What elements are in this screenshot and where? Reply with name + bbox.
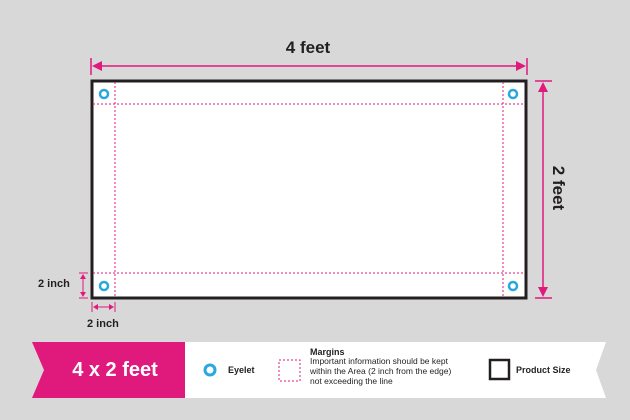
- badge-title: 4 x 2 feet: [72, 359, 158, 381]
- margin-horizontal-dimension: [91, 302, 116, 312]
- legend-product-size-label: Product Size: [516, 365, 571, 375]
- legend-margins-line: not exceeding the line: [310, 376, 393, 386]
- width-dimension: [90, 58, 528, 75]
- legend-margins-line: within the Area (2 inch from the edge): [310, 366, 452, 376]
- arrow-icon: [80, 274, 86, 279]
- arrow-icon: [516, 61, 526, 71]
- arrow-icon: [109, 304, 114, 310]
- legend-eyelet-label: Eyelet: [228, 365, 255, 375]
- height-label: 2 feet: [549, 165, 568, 211]
- arrow-icon: [538, 82, 548, 92]
- legend-margins-description: Important information should be kept wit…: [310, 356, 510, 386]
- margin-horizontal-label: 2 inch: [87, 318, 119, 330]
- margin-vertical-label: 2 inch: [38, 278, 70, 290]
- width-label: 4 feet: [285, 38, 331, 57]
- arrow-icon: [538, 287, 548, 297]
- product-outline: [90, 79, 528, 300]
- legend-margins-line: Important information should be kept: [310, 356, 448, 366]
- margin-vertical-dimension: [79, 272, 88, 299]
- arrow-icon: [80, 292, 86, 297]
- arrow-icon: [92, 61, 102, 71]
- arrow-icon: [93, 304, 98, 310]
